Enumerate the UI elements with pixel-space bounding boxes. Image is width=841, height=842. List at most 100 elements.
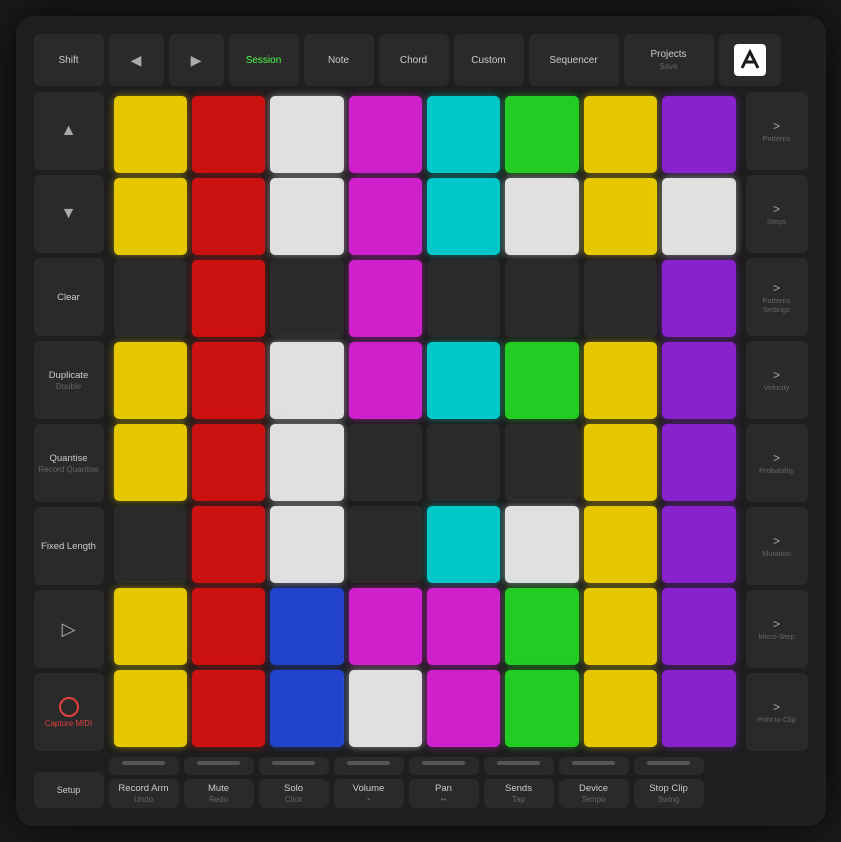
solo-button[interactable]: Solo Click [259, 779, 329, 808]
pad-r4-c1[interactable] [114, 342, 187, 419]
right-button-8[interactable]: > Print to Clip [746, 673, 808, 751]
device-strip[interactable] [559, 757, 629, 775]
quantise-button[interactable]: Quantise Record Quantise [34, 424, 104, 502]
custom-button[interactable]: Custom [454, 34, 524, 86]
sends-button[interactable]: Sends Tap [484, 779, 554, 808]
pad-r4-c5[interactable] [427, 342, 500, 419]
forward-button[interactable]: ▶ [169, 34, 224, 86]
pad-r1-c2[interactable] [192, 96, 265, 173]
pad-r8-c7[interactable] [584, 670, 657, 747]
pad-r6-c2[interactable] [192, 506, 265, 583]
pad-r4-c3[interactable] [270, 342, 343, 419]
up-button[interactable]: ▲ [34, 92, 104, 170]
pad-r3-c6[interactable] [505, 260, 578, 337]
device-button[interactable]: Device Tempo [559, 779, 629, 808]
pad-r3-c4[interactable] [349, 260, 422, 337]
pad-r7-c2[interactable] [192, 588, 265, 665]
pad-r4-c6[interactable] [505, 342, 578, 419]
volume-button[interactable]: Volume • [334, 779, 404, 808]
note-button[interactable]: Note [304, 34, 374, 86]
fixed-length-button[interactable]: Fixed Length [34, 507, 104, 585]
play-button[interactable]: ▷ [34, 590, 104, 668]
pad-r2-c2[interactable] [192, 178, 265, 255]
pad-r8-c1[interactable] [114, 670, 187, 747]
pad-r4-c7[interactable] [584, 342, 657, 419]
pad-r4-c4[interactable] [349, 342, 422, 419]
pad-r2-c3[interactable] [270, 178, 343, 255]
pad-r2-c1[interactable] [114, 178, 187, 255]
pan-strip[interactable] [409, 757, 479, 775]
pad-r1-c1[interactable] [114, 96, 187, 173]
pad-r2-c5[interactable] [427, 178, 500, 255]
pad-r7-c3[interactable] [270, 588, 343, 665]
pad-r3-c8[interactable] [662, 260, 735, 337]
pad-r6-c3[interactable] [270, 506, 343, 583]
mute-button[interactable]: Mute Redo [184, 779, 254, 808]
right-button-1[interactable]: > Patterns [746, 92, 808, 170]
sequencer-button[interactable]: Sequencer [529, 34, 619, 86]
duplicate-button[interactable]: Duplicate Double [34, 341, 104, 419]
pad-r7-c4[interactable] [349, 588, 422, 665]
pad-r1-c3[interactable] [270, 96, 343, 173]
pad-r8-c6[interactable] [505, 670, 578, 747]
pad-r3-c7[interactable] [584, 260, 657, 337]
pad-r2-c4[interactable] [349, 178, 422, 255]
pad-r4-c8[interactable] [662, 342, 735, 419]
pad-r3-c2[interactable] [192, 260, 265, 337]
pad-r1-c6[interactable] [505, 96, 578, 173]
pad-r8-c5[interactable] [427, 670, 500, 747]
pad-r5-c5[interactable] [427, 424, 500, 501]
pad-r3-c5[interactable] [427, 260, 500, 337]
pad-r1-c8[interactable] [662, 96, 735, 173]
record-arm-strip[interactable] [109, 757, 179, 775]
pad-r5-c4[interactable] [349, 424, 422, 501]
pad-r3-c1[interactable] [114, 260, 187, 337]
right-button-2[interactable]: > Steps [746, 175, 808, 253]
volume-strip[interactable] [334, 757, 404, 775]
chord-button[interactable]: Chord [379, 34, 449, 86]
pad-r3-c3[interactable] [270, 260, 343, 337]
pan-button[interactable]: Pan •• [409, 779, 479, 808]
session-button[interactable]: Session [229, 34, 299, 86]
pad-r7-c1[interactable] [114, 588, 187, 665]
pad-r7-c6[interactable] [505, 588, 578, 665]
back-button[interactable]: ◀ [109, 34, 164, 86]
right-button-4[interactable]: > Velocity [746, 341, 808, 419]
pad-r2-c6[interactable] [505, 178, 578, 255]
pad-r2-c8[interactable] [662, 178, 735, 255]
pad-r1-c7[interactable] [584, 96, 657, 173]
down-button[interactable]: ▼ [34, 175, 104, 253]
pad-r4-c2[interactable] [192, 342, 265, 419]
pad-r5-c2[interactable] [192, 424, 265, 501]
pad-r7-c5[interactable] [427, 588, 500, 665]
right-button-3[interactable]: > Patterns Settings [746, 258, 808, 336]
right-button-7[interactable]: > Micro-Step [746, 590, 808, 668]
pad-r7-c7[interactable] [584, 588, 657, 665]
capture-midi-button[interactable]: Capture MIDI [34, 673, 104, 751]
pad-r5-c7[interactable] [584, 424, 657, 501]
clear-button[interactable]: Clear [34, 258, 104, 336]
pad-r8-c4[interactable] [349, 670, 422, 747]
stop-clip-button[interactable]: Stop Clip Swing [634, 779, 704, 808]
solo-strip[interactable] [259, 757, 329, 775]
right-button-5[interactable]: > Probability [746, 424, 808, 502]
pad-r6-c7[interactable] [584, 506, 657, 583]
pad-r5-c8[interactable] [662, 424, 735, 501]
pad-r2-c7[interactable] [584, 178, 657, 255]
pad-r1-c5[interactable] [427, 96, 500, 173]
pad-r6-c1[interactable] [114, 506, 187, 583]
stop-clip-strip[interactable] [634, 757, 704, 775]
logo-button[interactable] [719, 34, 781, 86]
mute-strip[interactable] [184, 757, 254, 775]
pad-r8-c2[interactable] [192, 670, 265, 747]
pad-r8-c8[interactable] [662, 670, 735, 747]
right-button-6[interactable]: > Mutation [746, 507, 808, 585]
pad-r7-c8[interactable] [662, 588, 735, 665]
projects-button[interactable]: Projects Save [624, 34, 714, 86]
pad-r6-c4[interactable] [349, 506, 422, 583]
pad-r5-c3[interactable] [270, 424, 343, 501]
shift-button[interactable]: Shift [34, 34, 104, 86]
pad-r8-c3[interactable] [270, 670, 343, 747]
pad-r6-c5[interactable] [427, 506, 500, 583]
pad-r6-c6[interactable] [505, 506, 578, 583]
